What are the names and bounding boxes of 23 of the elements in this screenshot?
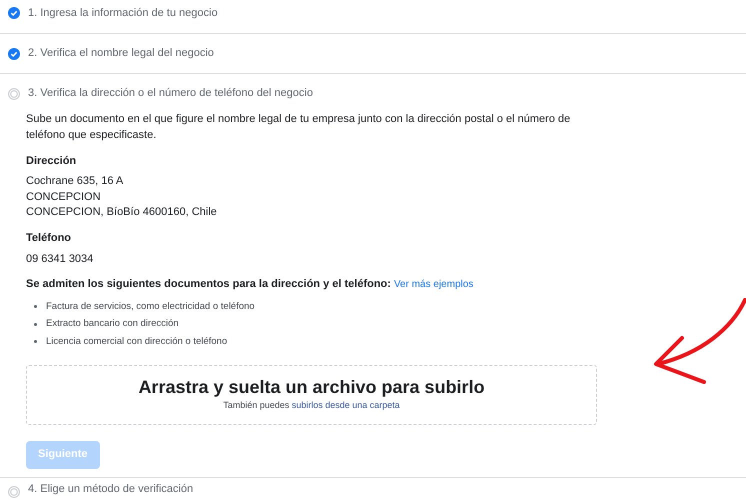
step-title[interactable]: 4. Elige un método de verificación (28, 481, 194, 498)
examples-link[interactable]: Ver más ejemplos (394, 276, 474, 292)
folder-link[interactable]: subirlos desde una carpeta (292, 400, 400, 410)
step-title[interactable]: 2. Verifica el nombre legal del negocio (28, 45, 214, 62)
address-line: CONCEPCION, BíoBío 4600160, Chile (26, 205, 218, 220)
step-title[interactable]: 3. Verifica la dirección o el número de teléfono del negocio (28, 85, 313, 102)
phone-number: 09 6341 3034 (26, 252, 94, 266)
section-heading: Teléfono (26, 230, 72, 246)
instruction-text: Sube un documento en el que figure el nombre legal de tu empresa junto con la dirección postal o el número de teléfono que especificaste. (26, 112, 572, 143)
dropzone-hint: También puedes subirlos desde una carpeta (223, 399, 400, 412)
bullet-icon (34, 305, 37, 308)
document-item: Licencia comercial con dirección o teléfono (46, 334, 228, 349)
address-line: Cochrane 635, 16 A (26, 174, 124, 189)
bullet-icon (34, 322, 37, 326)
dropzone-title: Arrastra y suelta un archivo para subirlo (138, 376, 485, 398)
document-item: Factura de servicios, como electricidad o teléfono (46, 300, 255, 314)
section-heading: Se admiten los siguientes documentos para la dirección y el teléfono: (26, 276, 391, 292)
step-title[interactable]: 1. Ingresa la información de tu negocio (28, 4, 218, 22)
dropzone[interactable]: Arrastra y suelta un archivo para subirlo También puedes subirlos desde una carpeta (26, 364, 597, 424)
address-line: CONCEPCION (26, 190, 102, 204)
section-heading: Dirección (26, 154, 78, 169)
bullet-icon (34, 340, 37, 344)
document-item: Extracto bancario con dirección (46, 317, 179, 332)
